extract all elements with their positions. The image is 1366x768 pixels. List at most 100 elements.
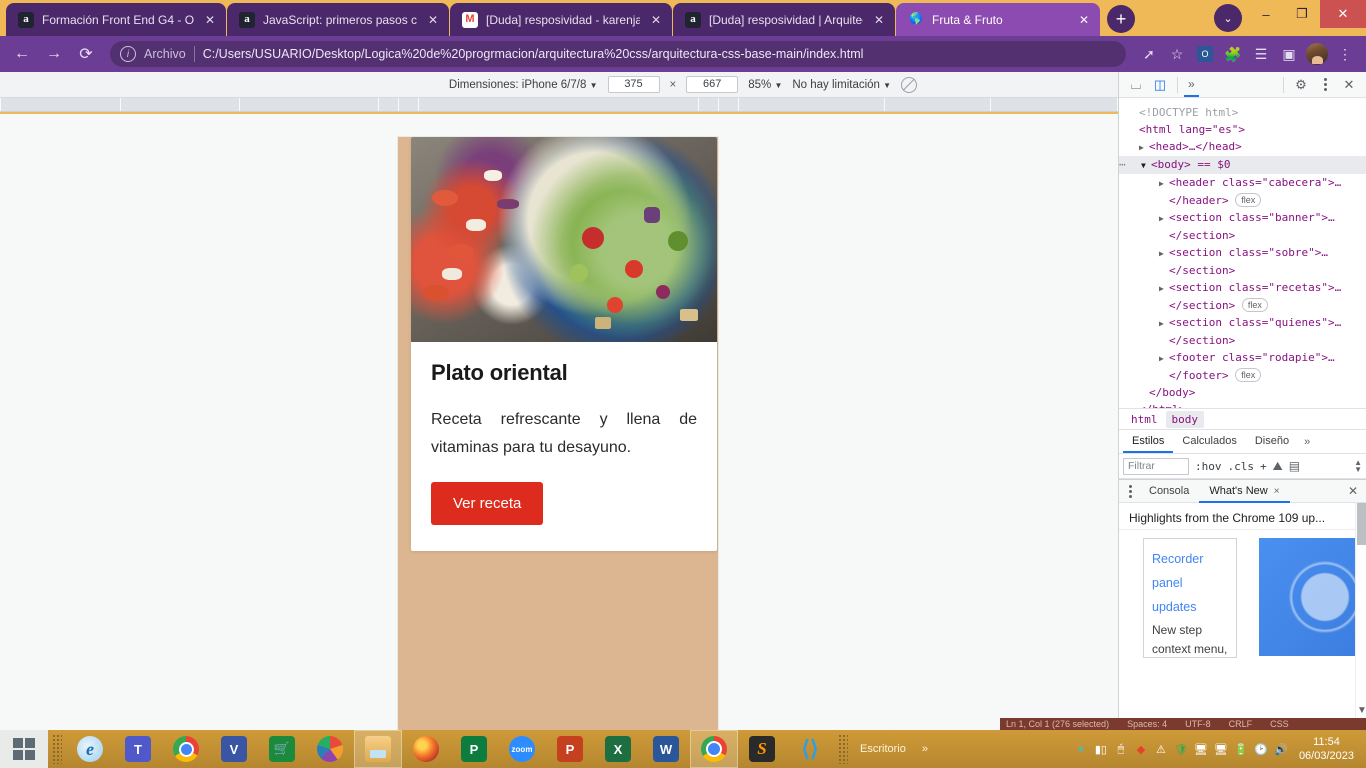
taskbar-app-microsoft-visio[interactable]: V [210, 730, 258, 768]
expand-triangle-icon[interactable]: ▶ [1159, 350, 1169, 367]
dom-node[interactable]: ▶ <header class="cabecera">… [1119, 174, 1366, 192]
gear-icon[interactable]: ⚙ [1290, 74, 1312, 96]
new-style-rule-button[interactable]: + [1260, 460, 1267, 473]
profile-avatar[interactable] [1304, 41, 1330, 67]
side-panel-icon[interactable]: ▣ [1276, 41, 1302, 67]
cls-toggle-button[interactable]: .cls [1228, 460, 1255, 473]
breadcrumb-body[interactable]: body [1165, 410, 1204, 428]
device-dimensions-label[interactable]: Dimensiones: iPhone 6/7/8 ▼ [449, 79, 598, 91]
browser-menu-kebab[interactable]: ⋮ [1332, 41, 1358, 67]
dom-node[interactable]: </html> [1119, 401, 1366, 408]
taskbar-app-google-chrome[interactable] [162, 730, 210, 768]
tab-whats-new[interactable]: What's New × [1199, 480, 1290, 503]
flex-badge[interactable]: flex [1241, 298, 1268, 312]
whats-new-link-recorder[interactable]: Recorder [1152, 547, 1228, 571]
display2-icon[interactable]: 🖥 [1211, 738, 1231, 760]
inspect-cursor-icon[interactable]: ⌴ [1125, 74, 1147, 96]
tab-close-icon[interactable]: ✕ [648, 12, 664, 28]
toggle-panel-icon[interactable]: ▤ [1289, 459, 1300, 473]
reading-list-icon[interactable]: ☰ [1248, 41, 1274, 67]
back-icon[interactable]: ← [8, 40, 36, 68]
restore-button[interactable]: ❐ [1284, 0, 1320, 28]
dom-node[interactable]: </section> [1119, 227, 1366, 244]
dom-node[interactable]: <html lang="es"> [1119, 121, 1366, 138]
dom-node[interactable]: ▶ <section class="quienes">… [1119, 314, 1366, 332]
taskbar-app-google-chrome-window[interactable] [690, 730, 738, 768]
tab-calculados[interactable]: Calculados [1173, 430, 1245, 453]
tab-close-icon[interactable]: ✕ [202, 12, 218, 28]
taskbar-app-sublime-text[interactable]: S [738, 730, 786, 768]
whats-new-link-updates[interactable]: updates [1152, 595, 1228, 619]
flex-badge[interactable]: flex [1235, 193, 1262, 207]
device-width-input[interactable]: 375 [607, 76, 660, 93]
view-recipe-button[interactable]: Ver receta [431, 482, 544, 525]
taskbar-app-visual-studio-code[interactable]: ⟨⟩ [786, 730, 834, 768]
styles-filter-input[interactable]: Filtrar [1123, 457, 1189, 475]
taskbar-app-internet-explorer[interactable]: e [66, 730, 114, 768]
no-throttling-icon[interactable] [901, 76, 918, 93]
clock-tray-icon[interactable]: 🕑 [1251, 738, 1271, 760]
tray-grip[interactable] [838, 734, 848, 764]
tab-close-icon[interactable]: ✕ [871, 12, 887, 28]
throttling-select[interactable]: No hay limitación ▼ [792, 79, 891, 91]
flex-badge[interactable]: flex [1235, 368, 1262, 382]
tab-search-chevron-down-icon[interactable]: ⌄ [1214, 4, 1242, 32]
more-style-tabs-icon[interactable]: » [1298, 436, 1316, 448]
dom-node[interactable]: </section> [1119, 262, 1366, 279]
new-tab-button[interactable]: + [1107, 5, 1135, 33]
tab-consola[interactable]: Consola [1139, 480, 1199, 503]
expand-triangle-icon[interactable]: ▶ [1159, 280, 1169, 297]
volume-icon[interactable]: 🔊 [1271, 738, 1291, 760]
dom-node[interactable]: ▶ <footer class="rodapie">… [1119, 349, 1366, 367]
tray-overflow-icon[interactable]: » [914, 743, 936, 755]
dom-node[interactable]: <!DOCTYPE html> [1119, 104, 1366, 121]
notification-red-icon[interactable]: ◆ [1131, 738, 1151, 760]
reload-icon[interactable]: ⟳ [72, 40, 100, 68]
taskbar-app-microsoft-powerpoint[interactable]: P [546, 730, 594, 768]
expand-triangle-icon[interactable]: ▶ [1159, 210, 1169, 227]
device-toggle-icon[interactable]: ◫ [1149, 74, 1171, 96]
taskbar-app-microsoft-word[interactable]: W [642, 730, 690, 768]
kebab-icon[interactable] [1314, 74, 1336, 96]
dom-node[interactable]: ▶ <section class="sobre">… [1119, 244, 1366, 262]
taskbar-app-picasa[interactable] [306, 730, 354, 768]
copy-styles-icon[interactable]: ⛰ [1273, 459, 1283, 474]
share-icon[interactable]: ➚ [1136, 41, 1162, 67]
taskbar-app-microsoft-publisher[interactable]: P [450, 730, 498, 768]
minimize-button[interactable]: – [1248, 0, 1284, 28]
browser-tab-1[interactable]: a JavaScript: primeros pasos con ✕ [227, 3, 449, 36]
battery-icon[interactable]: 🔋 [1231, 738, 1251, 760]
zoom-select[interactable]: 85% ▼ [748, 79, 782, 91]
antivirus-icon[interactable]: ✶ [1071, 738, 1091, 760]
whats-new-link-panel[interactable]: panel [1152, 571, 1228, 595]
shield-icon[interactable]: 🛡 [1171, 738, 1191, 760]
tab-close-icon[interactable]: ✕ [1076, 12, 1092, 28]
network-signal-icon[interactable]: ▮▯ [1091, 738, 1111, 760]
expand-triangle-icon[interactable]: ▶ [1159, 315, 1169, 332]
windows-start-icon[interactable] [0, 730, 48, 768]
taskbar-app-microsoft-teams[interactable]: T [114, 730, 162, 768]
taskbar-app-file-explorer[interactable] [354, 730, 402, 768]
dom-node[interactable]: </footer> flex [1119, 367, 1366, 384]
dom-node-selected[interactable]: ⋯ ▼ <body> == $0 [1119, 156, 1366, 174]
tab-estilos[interactable]: Estilos [1123, 430, 1174, 453]
drawer-kebab-icon[interactable] [1121, 484, 1139, 498]
address-bar[interactable]: i Archivo C:/Users/USUARIO/Desktop/Logic… [110, 41, 1126, 67]
dom-node[interactable]: </section> [1119, 332, 1366, 349]
expand-triangle-icon[interactable]: ▶ [1159, 245, 1169, 262]
taskbar-app-zoom[interactable]: zoom [498, 730, 546, 768]
office-extension-icon[interactable]: O [1192, 41, 1218, 67]
window-close-button[interactable]: ✕ [1320, 0, 1366, 28]
dom-node[interactable]: ▶ <section class="recetas">… [1119, 279, 1366, 297]
browser-tab-0[interactable]: a Formación Front End G4 - ONE ✕ [6, 3, 226, 36]
forward-icon[interactable]: → [40, 40, 68, 68]
dom-node[interactable]: </section> flex [1119, 297, 1366, 314]
dom-node[interactable]: ▶ <section class="banner">… [1119, 209, 1366, 227]
browser-tab-4-active[interactable]: 🌎 Fruta & Fruto ✕ [896, 3, 1100, 36]
warning-icon[interactable]: ⚠ [1151, 738, 1171, 760]
more-panels-icon[interactable]: » [1184, 72, 1199, 97]
device-height-input[interactable]: 667 [686, 76, 739, 93]
hov-toggle-button[interactable]: :hov [1195, 460, 1222, 473]
dom-node[interactable]: </body> [1119, 384, 1366, 401]
mouse-icon[interactable]: 🖱 [1111, 738, 1131, 760]
